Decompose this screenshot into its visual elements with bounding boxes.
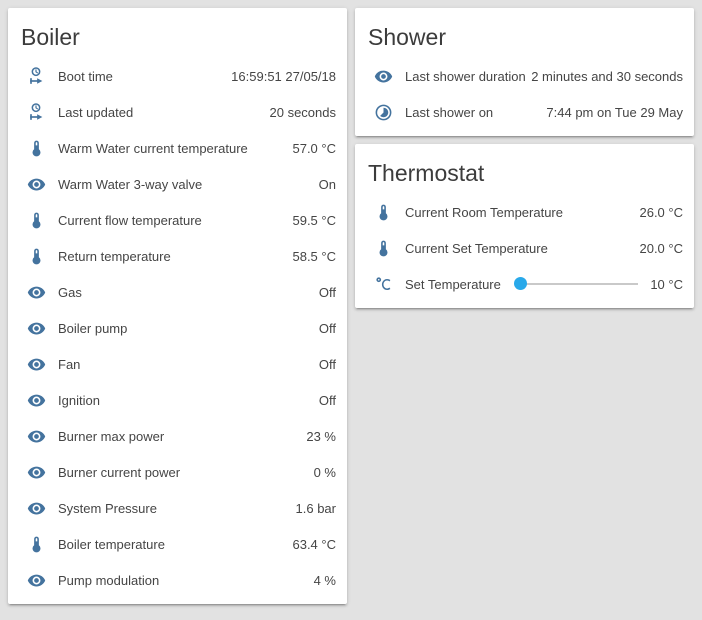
card-title: Thermostat — [355, 144, 694, 194]
entity-row-burner-max-power[interactable]: Burner max power 23 % — [8, 418, 347, 454]
set-temperature-slider[interactable] — [515, 272, 638, 296]
clock-start-icon — [24, 100, 48, 124]
entity-row-set-temperature[interactable]: Set Temperature 10 °C — [355, 266, 694, 302]
entity-name: Burner current power — [58, 465, 314, 480]
entity-name: Boiler temperature — [58, 537, 292, 552]
entity-row-warm-water-current-temperature[interactable]: Warm Water current temperature 57.0 °C — [8, 130, 347, 166]
entity-row-boiler-temperature[interactable]: Boiler temperature 63.4 °C — [8, 526, 347, 562]
entity-state: Off — [319, 393, 336, 408]
entity-row-last-shower-on[interactable]: Last shower on 7:44 pm on Tue 29 May — [355, 94, 694, 130]
entity-state: 63.4 °C — [292, 537, 336, 552]
entity-state: 1.6 bar — [296, 501, 336, 516]
eye-icon — [24, 496, 48, 520]
entity-state: 2 minutes and 30 seconds — [531, 69, 683, 84]
entity-name: Fan — [58, 357, 319, 372]
entity-row-boiler-pump[interactable]: Boiler pump Off — [8, 310, 347, 346]
entity-name: Burner max power — [58, 429, 306, 444]
entity-state: Off — [319, 357, 336, 372]
entity-row-system-pressure[interactable]: System Pressure 1.6 bar — [8, 490, 347, 526]
entity-row-pump-modulation[interactable]: Pump modulation 4 % — [8, 562, 347, 598]
entity-name: Pump modulation — [58, 573, 314, 588]
temperature-celsius-icon — [371, 272, 395, 296]
entity-name: Last shower duration — [405, 69, 531, 84]
column-left: Boiler Boot time 16:59:51 27/05/18 Last … — [8, 8, 347, 604]
card-thermostat: Thermostat Current Room Temperature 26.0… — [355, 144, 694, 308]
entity-state: 4 % — [314, 573, 336, 588]
entity-name: Ignition — [58, 393, 319, 408]
card-title: Shower — [355, 8, 694, 58]
thermometer-icon — [24, 532, 48, 556]
column-right: Shower Last shower duration 2 minutes an… — [355, 8, 694, 604]
entity-row-burner-current-power[interactable]: Burner current power 0 % — [8, 454, 347, 490]
entity-row-ignition[interactable]: Ignition Off — [8, 382, 347, 418]
entity-row-gas[interactable]: Gas Off — [8, 274, 347, 310]
entity-name: Warm Water current temperature — [58, 141, 292, 156]
entity-row-last-updated[interactable]: Last updated 20 seconds — [8, 94, 347, 130]
thermometer-icon — [24, 208, 48, 232]
eye-icon — [371, 64, 395, 88]
card-shower: Shower Last shower duration 2 minutes an… — [355, 8, 694, 136]
card-title: Boiler — [8, 8, 347, 58]
card-rows: Boot time 16:59:51 27/05/18 Last updated… — [8, 58, 347, 598]
entity-row-fan[interactable]: Fan Off — [8, 346, 347, 382]
entity-state: 16:59:51 27/05/18 — [231, 69, 336, 84]
entity-state: 23 % — [306, 429, 336, 444]
card-boiler: Boiler Boot time 16:59:51 27/05/18 Last … — [8, 8, 347, 604]
entity-name: Warm Water 3-way valve — [58, 177, 319, 192]
entity-name: Return temperature — [58, 249, 292, 264]
entity-state: 58.5 °C — [292, 249, 336, 264]
thermometer-icon — [371, 236, 395, 260]
entity-state: Off — [319, 321, 336, 336]
entity-name: Boot time — [58, 69, 231, 84]
entity-state: 59.5 °C — [292, 213, 336, 228]
eye-icon — [24, 280, 48, 304]
entity-state: Off — [319, 285, 336, 300]
eye-icon — [24, 388, 48, 412]
entity-name: Gas — [58, 285, 319, 300]
timelapse-icon — [371, 100, 395, 124]
dashboard: Boiler Boot time 16:59:51 27/05/18 Last … — [0, 0, 702, 612]
thermometer-icon — [371, 200, 395, 224]
slider-track[interactable] — [515, 283, 638, 285]
entity-row-last-shower-duration[interactable]: Last shower duration 2 minutes and 30 se… — [355, 58, 694, 94]
thermometer-icon — [24, 136, 48, 160]
eye-icon — [24, 568, 48, 592]
eye-icon — [24, 172, 48, 196]
entity-name: Boiler pump — [58, 321, 319, 336]
card-rows: Current Room Temperature 26.0 °C Current… — [355, 194, 694, 302]
entity-name: System Pressure — [58, 501, 296, 516]
entity-name: Set Temperature — [405, 277, 501, 292]
entity-state: 26.0 °C — [639, 205, 683, 220]
entity-name: Last updated — [58, 105, 270, 120]
entity-row-current-set-temperature[interactable]: Current Set Temperature 20.0 °C — [355, 230, 694, 266]
entity-name: Last shower on — [405, 105, 546, 120]
entity-state: 57.0 °C — [292, 141, 336, 156]
entity-row-warm-water-3-way-valve[interactable]: Warm Water 3-way valve On — [8, 166, 347, 202]
thermometer-icon — [24, 244, 48, 268]
entity-name: Current flow temperature — [58, 213, 292, 228]
entity-row-boot-time[interactable]: Boot time 16:59:51 27/05/18 — [8, 58, 347, 94]
eye-icon — [24, 460, 48, 484]
entity-state: 20 seconds — [270, 105, 337, 120]
entity-row-return-temperature[interactable]: Return temperature 58.5 °C — [8, 238, 347, 274]
entity-state: 0 % — [314, 465, 336, 480]
slider-thumb[interactable] — [514, 277, 527, 290]
entity-name: Current Room Temperature — [405, 205, 639, 220]
eye-icon — [24, 352, 48, 376]
eye-icon — [24, 424, 48, 448]
entity-row-current-flow-temperature[interactable]: Current flow temperature 59.5 °C — [8, 202, 347, 238]
entity-state: On — [319, 177, 336, 192]
clock-start-icon — [24, 64, 48, 88]
entity-state: 20.0 °C — [639, 241, 683, 256]
card-rows: Last shower duration 2 minutes and 30 se… — [355, 58, 694, 130]
entity-state: 10 °C — [650, 277, 683, 292]
entity-state: 7:44 pm on Tue 29 May — [546, 105, 683, 120]
eye-icon — [24, 316, 48, 340]
entity-name: Current Set Temperature — [405, 241, 639, 256]
entity-row-current-room-temperature[interactable]: Current Room Temperature 26.0 °C — [355, 194, 694, 230]
